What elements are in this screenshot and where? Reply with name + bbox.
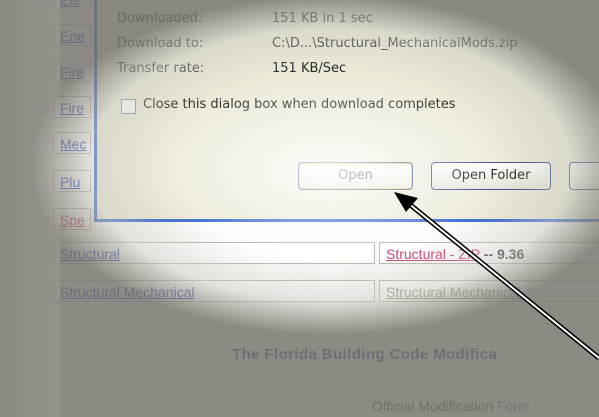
browser-page: Ele Ene Fire Fire Mec Plu Spe Structural… — [0, 0, 599, 417]
annotation-arrow-icon — [394, 192, 599, 360]
